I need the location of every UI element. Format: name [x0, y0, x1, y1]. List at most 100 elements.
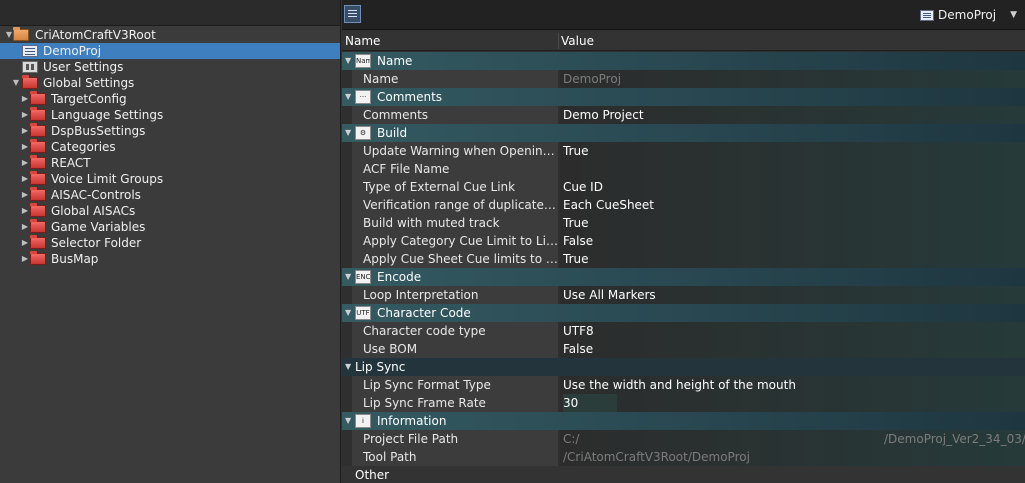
- property-category[interactable]: ▼ ⚙ Build: [342, 124, 1025, 142]
- tree-item[interactable]: ▶ Language Settings: [0, 107, 340, 123]
- property-name: Name: [352, 70, 558, 88]
- tree-item-label: User Settings: [43, 60, 124, 74]
- tree-item[interactable]: ▶ BusMap: [0, 251, 340, 267]
- tree-item[interactable]: ▶ Voice Limit Groups: [0, 171, 340, 187]
- property-row[interactable]: Use BOM False: [342, 340, 1025, 358]
- expand-right-icon[interactable]: ▶: [20, 235, 30, 251]
- tree-item[interactable]: ▶ TargetConfig: [0, 91, 340, 107]
- property-category[interactable]: Other: [342, 466, 1025, 483]
- tree-item[interactable]: DemoProj: [0, 43, 340, 59]
- category-label: Build: [377, 126, 408, 140]
- tree-item-label: REACT: [51, 156, 91, 170]
- property-value[interactable]: Use All Markers: [560, 286, 1025, 304]
- expand-down-icon[interactable]: ▼: [11, 75, 21, 91]
- tree-item[interactable]: ▶ AISAC-Controls: [0, 187, 340, 203]
- expand-right-icon[interactable]: ▶: [20, 123, 30, 139]
- folder-red-icon: [30, 171, 46, 185]
- folder-red-icon: [30, 203, 46, 217]
- property-category[interactable]: ▼ Lip Sync: [342, 358, 1025, 376]
- tree-item[interactable]: ▶ REACT: [0, 155, 340, 171]
- property-column-header: Name Value: [342, 31, 1025, 51]
- property-value-text: DemoProj: [563, 72, 622, 86]
- property-category[interactable]: ▼ UTF Character Code: [342, 304, 1025, 322]
- expand-right-icon[interactable]: ▶: [20, 91, 30, 107]
- expand-right-icon[interactable]: ▶: [20, 107, 30, 123]
- property-category[interactable]: ▼ i Information: [342, 412, 1025, 430]
- property-value[interactable]: True: [560, 142, 1025, 160]
- expand-right-icon[interactable]: ▶: [20, 171, 30, 187]
- property-value[interactable]: Each CueSheet: [560, 196, 1025, 214]
- property-value[interactable]: True: [560, 250, 1025, 268]
- expand-right-icon[interactable]: ▶: [20, 139, 30, 155]
- tree-item[interactable]: ▶ Game Variables: [0, 219, 340, 235]
- property-row[interactable]: Tool Path/CriAtomCraftV3Root/DemoProj: [342, 448, 1025, 466]
- tree-item[interactable]: ▶ DspBusSettings: [0, 123, 340, 139]
- property-value[interactable]: Cue ID: [560, 178, 1025, 196]
- property-name: Apply Cue Sheet Cue limits to Cue ...: [352, 250, 558, 268]
- property-row[interactable]: Loop Interpretation Use All Markers: [342, 286, 1025, 304]
- property-row[interactable]: Lip Sync Format Type Use the width and he…: [342, 376, 1025, 394]
- collapse-icon[interactable]: ▼: [345, 304, 353, 322]
- expand-right-icon[interactable]: ▶: [20, 155, 30, 171]
- property-value-path-tail: /DemoProj_Ver2_34_03/...: [884, 432, 1025, 446]
- collapse-icon[interactable]: ▼: [345, 124, 353, 142]
- property-value[interactable]: UTF8: [560, 322, 1025, 340]
- column-header-name[interactable]: Name: [345, 31, 380, 51]
- property-row[interactable]: Verification range of duplicate Cue... Ea…: [342, 196, 1025, 214]
- tree-item[interactable]: User Settings: [0, 59, 340, 75]
- property-value[interactable]: False: [560, 232, 1025, 250]
- property-row[interactable]: Apply Category Cue Limit to Link-... Fals…: [342, 232, 1025, 250]
- folder-red-icon: [30, 155, 46, 169]
- property-value[interactable]: Use the width and height of the mouth: [560, 376, 1025, 394]
- property-category[interactable]: ▼ ··· Comments: [342, 88, 1025, 106]
- tree-item[interactable]: ▶ Selector Folder: [0, 235, 340, 251]
- property-category[interactable]: ▼NameName: [342, 52, 1025, 70]
- chevron-down-icon: ▼: [1010, 10, 1017, 20]
- property-value-text: C:/: [563, 432, 580, 446]
- property-value[interactable]: DemoProj: [560, 70, 1025, 88]
- project-tree: ▼ CriAtomCraftV3Root DemoProj User Settings…: [0, 27, 340, 483]
- folder-red-icon: [30, 91, 46, 105]
- property-value[interactable]: [560, 160, 1025, 178]
- column-header-value[interactable]: Value: [561, 31, 594, 51]
- tree-item[interactable]: ▼ Global Settings: [0, 75, 340, 91]
- tree-item[interactable]: ▶ Categories: [0, 139, 340, 155]
- property-value[interactable]: Demo Project: [560, 106, 1025, 124]
- category-label: Lip Sync: [355, 360, 406, 374]
- collapse-icon[interactable]: ▼: [345, 412, 353, 430]
- property-row[interactable]: Character code type UTF8: [342, 322, 1025, 340]
- folder-red-icon: [22, 75, 38, 89]
- collapse-icon[interactable]: ▼: [345, 268, 353, 286]
- property-value-text: False: [563, 342, 594, 356]
- property-row[interactable]: Type of External Cue Link Cue ID: [342, 178, 1025, 196]
- property-value[interactable]: False: [560, 340, 1025, 358]
- property-value[interactable]: 30: [560, 394, 1025, 412]
- property-row[interactable]: Comments Demo Project: [342, 106, 1025, 124]
- collapse-icon[interactable]: ▼: [345, 88, 353, 106]
- property-row[interactable]: Build with muted track True: [342, 214, 1025, 232]
- list-view-toggle-icon[interactable]: [344, 5, 361, 23]
- tree-item[interactable]: ▼ CriAtomCraftV3Root: [0, 27, 340, 43]
- expand-right-icon[interactable]: ▶: [20, 187, 30, 203]
- property-row[interactable]: Name DemoProj: [342, 70, 1025, 88]
- property-row[interactable]: Apply Cue Sheet Cue limits to Cue ... Tru…: [342, 250, 1025, 268]
- expand-right-icon[interactable]: ▶: [20, 219, 30, 235]
- property-row[interactable]: Lip Sync Frame Rate 30: [342, 394, 1025, 412]
- property-value-text[interactable]: 30: [563, 394, 617, 412]
- property-value[interactable]: True: [560, 214, 1025, 232]
- property-value[interactable]: /CriAtomCraftV3Root/DemoProj: [560, 448, 1025, 466]
- folder-red-icon: [30, 139, 46, 153]
- collapse-icon[interactable]: ▼: [345, 358, 353, 376]
- tree-item[interactable]: ▶ Global AISACs: [0, 203, 340, 219]
- folder-red-icon: [30, 235, 46, 249]
- column-divider[interactable]: [558, 33, 559, 49]
- property-category[interactable]: ▼ ENC Encode: [342, 268, 1025, 286]
- property-row[interactable]: Project File Path C:/ /DemoProj_Ver2_34_03…: [342, 430, 1025, 448]
- property-row[interactable]: Update Warning when Opening File True: [342, 142, 1025, 160]
- property-row[interactable]: ACF File Name: [342, 160, 1025, 178]
- property-value[interactable]: C:/ /DemoProj_Ver2_34_03/...: [560, 430, 1025, 448]
- collapse-icon[interactable]: ▼: [345, 52, 353, 70]
- expand-right-icon[interactable]: ▶: [20, 251, 30, 267]
- expand-right-icon[interactable]: ▶: [20, 203, 30, 219]
- project-selector-dropdown[interactable]: DemoProj ▼: [920, 5, 1017, 25]
